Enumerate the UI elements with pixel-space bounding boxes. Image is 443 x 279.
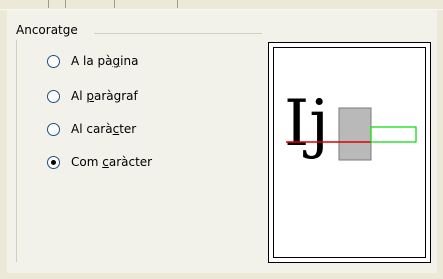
tab-separator (114, 0, 115, 8)
radio-label: Al paràgraf (71, 89, 138, 103)
group-left-border (16, 40, 17, 262)
tab-separator (177, 0, 178, 8)
group-separator (94, 33, 262, 34)
radio-option-to-page[interactable]: A la pàgina (47, 52, 138, 70)
anchor-preview: Ij (268, 42, 431, 263)
radio-button-selected[interactable] (47, 155, 60, 169)
anchored-object (338, 107, 372, 161)
tab-separator (48, 0, 49, 8)
panel-bottom-edge (0, 273, 443, 279)
radio-option-as-character[interactable]: Com caràcter (47, 153, 152, 171)
preview-graphic: Ij (284, 87, 417, 161)
radio-button[interactable] (47, 89, 60, 103)
anchor-group-title: Ancoratge (16, 23, 78, 37)
radio-label: Com caràcter (71, 155, 153, 169)
radio-label: A la pàgina (71, 54, 139, 68)
radio-label: Al caràcter (71, 122, 137, 136)
preview-canvas: Ij (273, 47, 426, 258)
radio-button[interactable] (47, 122, 60, 136)
sample-text: Ij (284, 87, 329, 161)
radio-button[interactable] (47, 54, 60, 68)
radio-option-to-character[interactable]: Al caràcter (47, 120, 136, 138)
radio-option-to-paragraph[interactable]: Al paràgraf (47, 87, 138, 105)
tab-separator (65, 0, 66, 8)
text-frame-outline (370, 126, 417, 143)
